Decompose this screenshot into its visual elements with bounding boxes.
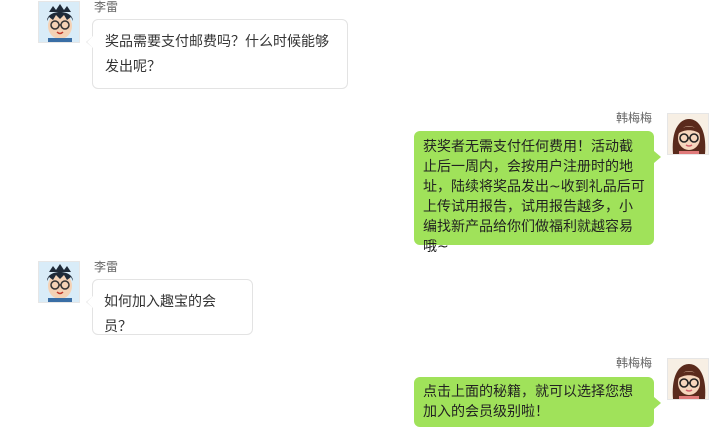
sender-name: 李雷	[94, 260, 119, 274]
message-bubble: 获奖者无需支付任何费用！活动截止后一周内，会按用户注册时的地址，陆续将奖品发出~…	[414, 131, 661, 255]
message-text: 奖品需要支付邮费吗？什么时候能够发出呢？	[105, 34, 329, 75]
message-text: 点击上面的秘籍，就可以选择您想加入的会员级别啦！	[423, 384, 633, 420]
sender-name: 韩梅梅	[616, 356, 653, 370]
message-bubble: 点击上面的秘籍，就可以选择您想加入的会员级别啦！	[414, 377, 661, 427]
boy-avatar-icon	[38, 261, 80, 303]
sender-name: 李雷	[94, 0, 119, 14]
message-text: 获奖者无需支付任何费用！活动截止后一周内，会按用户注册时的地址，陆续将奖品发出~…	[423, 139, 645, 255]
sender-name: 韩梅梅	[616, 111, 653, 125]
girl-avatar-icon	[667, 358, 709, 400]
message-bubble: 如何加入趣宝的会员？	[86, 279, 253, 335]
girl-avatar-icon	[667, 113, 709, 155]
chat-window: 李雷 奖品需要支付邮费吗？什么时候能够发出呢？ 韩梅梅 获奖者无需支付任何费用！…	[0, 0, 713, 445]
boy-avatar-icon	[38, 1, 80, 43]
message-bubble: 奖品需要支付邮费吗？什么时候能够发出呢？	[86, 19, 348, 89]
message-text: 如何加入趣宝的会员？	[104, 294, 216, 335]
